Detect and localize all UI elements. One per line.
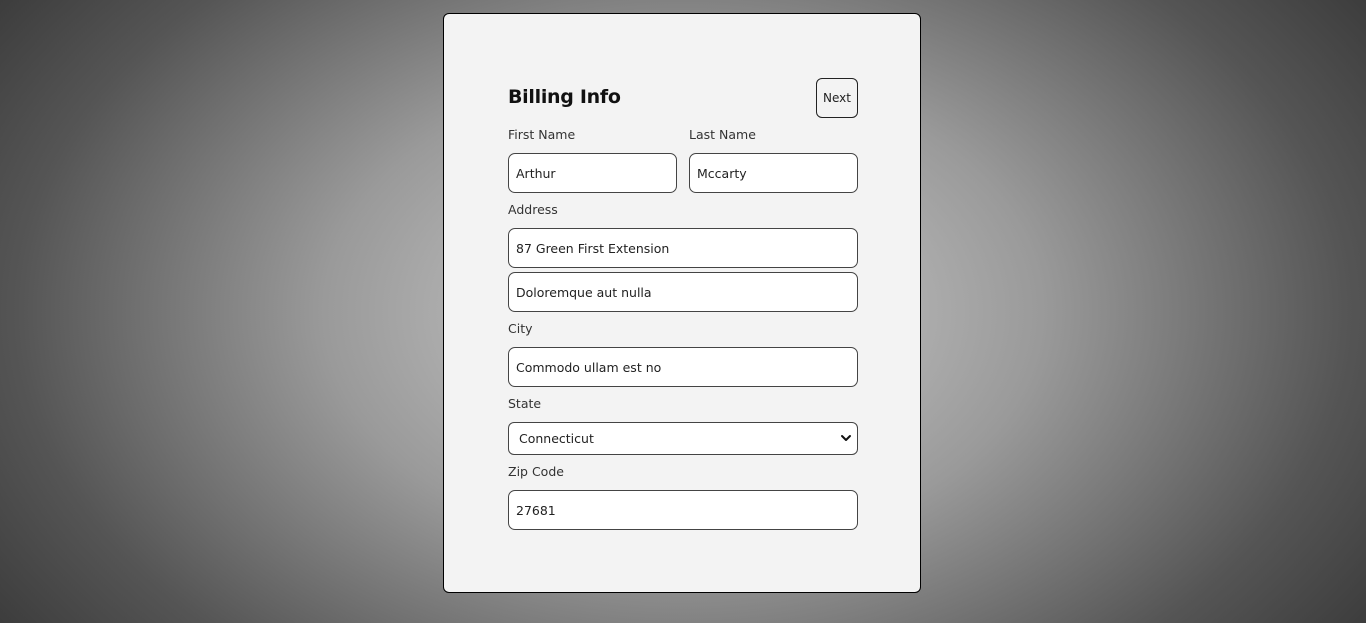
address-label: Address	[508, 202, 558, 217]
next-button[interactable]: Next	[816, 78, 858, 118]
chevron-down-icon	[841, 435, 851, 441]
page-title: Billing Info	[508, 86, 621, 108]
state-select-value: Connecticut	[519, 431, 594, 446]
city-input[interactable]	[508, 347, 858, 387]
first-name-input[interactable]	[508, 153, 677, 193]
last-name-input[interactable]	[689, 153, 858, 193]
card-header: Billing Info Next	[508, 78, 858, 118]
address-line2-input[interactable]	[508, 272, 858, 312]
last-name-label: Last Name	[689, 127, 756, 142]
state-label: State	[508, 396, 542, 411]
first-name-label: First Name	[508, 127, 576, 142]
zip-code-label: Zip Code	[508, 464, 564, 479]
zip-code-input[interactable]	[508, 490, 858, 530]
state-select[interactable]: Connecticut	[508, 422, 858, 455]
billing-card: Billing Info Next First Name Last Name A…	[443, 13, 921, 593]
address-line1-input[interactable]	[508, 228, 858, 268]
city-label: City	[508, 321, 533, 336]
